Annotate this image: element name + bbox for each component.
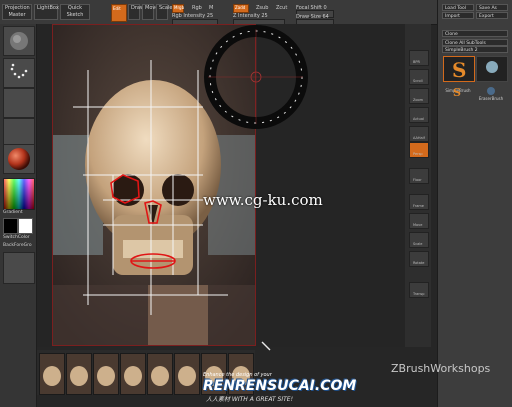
- scroll-label: Scroll: [413, 79, 423, 83]
- skull-thumb-icon: [43, 366, 61, 386]
- bpr-button[interactable]: BPR: [409, 50, 429, 66]
- frame-label: Frame: [413, 204, 424, 208]
- material-thumbnail[interactable]: [3, 144, 35, 174]
- persp-label: Persp: [413, 152, 423, 156]
- load-tool-button[interactable]: Load Tool: [442, 4, 474, 11]
- rotate-view-button[interactable]: Rotate: [409, 251, 429, 267]
- save-as-button[interactable]: Save As: [476, 4, 508, 11]
- secondary-color-swatch[interactable]: [18, 218, 33, 234]
- color-picker[interactable]: [3, 178, 35, 210]
- actual-button[interactable]: Actual: [409, 107, 429, 123]
- back-foreground-button[interactable]: BackForeGro: [3, 243, 32, 248]
- filmstrip-frame-1[interactable]: [39, 353, 65, 395]
- right-shelf: BPR Scroll Zoom Actual AAHalf Persp Floo…: [405, 24, 431, 347]
- top-toolbar: Projection Master LightBox Quick Sketch …: [0, 0, 512, 27]
- m-toggle[interactable]: M: [209, 5, 213, 11]
- gradient-label[interactable]: Gradient: [3, 210, 23, 215]
- alternate-thumbnail[interactable]: [3, 252, 35, 284]
- current-tool-name[interactable]: SimpleBrush 2: [442, 46, 508, 53]
- brush-thumbnail[interactable]: [3, 26, 35, 56]
- right-tray-tool-palette: Load Tool Save As Import Export Clone Cl…: [437, 0, 512, 407]
- filmstrip-frame-6[interactable]: [174, 353, 200, 395]
- aahalf-button[interactable]: AAHalf: [409, 126, 429, 142]
- pen-cursor-icon: [261, 341, 271, 351]
- scale-view-button[interactable]: Scale: [409, 232, 429, 248]
- skull-thumb-icon: [124, 366, 142, 386]
- draw-button[interactable]: Draw: [128, 4, 144, 20]
- zcut-toggle[interactable]: Zcut: [276, 5, 287, 11]
- move-view-label: Move: [413, 223, 423, 227]
- sphere-icon: [486, 61, 498, 73]
- left-tray: Gradient SwitchColor BackForeGro: [0, 24, 37, 407]
- filmstrip-frame-2[interactable]: [66, 353, 92, 395]
- aahalf-label: AAHalf: [413, 136, 425, 140]
- bpr-label: BPR: [413, 60, 420, 64]
- zbrush-workshops-watermark: ZBrushWorkshops: [391, 362, 491, 375]
- svg-text:S: S: [452, 58, 466, 81]
- lightbox-button[interactable]: LightBox: [34, 4, 59, 20]
- svg-text:S: S: [453, 86, 461, 97]
- zsub-toggle[interactable]: Zsub: [256, 5, 268, 11]
- move-view-button[interactable]: Move: [409, 213, 429, 229]
- eraser-brush-label: EraserBrush: [478, 96, 504, 101]
- zadd-label: Zadd: [235, 5, 246, 10]
- zoom-label: Zoom: [413, 98, 424, 102]
- import-button[interactable]: Import: [442, 12, 474, 19]
- edit-button[interactable]: Edit: [111, 4, 127, 22]
- filmstrip-frame-4[interactable]: [120, 353, 146, 395]
- zoom-button[interactable]: Zoom: [409, 88, 429, 104]
- material-sphere-icon: [8, 148, 30, 170]
- persp-button[interactable]: Persp: [409, 142, 429, 158]
- quick-sketch-button[interactable]: Quick Sketch: [60, 4, 90, 20]
- scale-view-label: Scale: [413, 242, 423, 246]
- color-picker-shade: [4, 179, 34, 209]
- zbrush-s-icon: S: [452, 58, 466, 82]
- rgb-toggle[interactable]: Rgb: [192, 5, 202, 11]
- zbrush-s-small-icon: S: [453, 86, 461, 99]
- export-button[interactable]: Export: [476, 12, 508, 19]
- sphere-brush-tool-thumb[interactable]: [476, 56, 508, 82]
- renren-logo: RENRENSUCAI.COM: [203, 378, 357, 394]
- transp-button[interactable]: Transp: [409, 282, 429, 298]
- scale-button[interactable]: Scale: [156, 4, 172, 20]
- stroke-thumbnail[interactable]: [3, 58, 35, 88]
- skull-thumb-icon: [178, 366, 196, 386]
- scroll-button[interactable]: Scroll: [409, 69, 429, 85]
- dots-stroke-icon: [10, 63, 28, 79]
- skull-thumb-icon: [151, 366, 169, 386]
- zadd-toggle[interactable]: Zadd: [233, 4, 249, 13]
- mrgb-label: Mrgb: [174, 5, 185, 10]
- site-watermark: www.cg-ku.com: [203, 191, 323, 209]
- clone-all-subtools-button[interactable]: Clone All SubTools: [442, 39, 508, 46]
- skull-thumb-icon: [97, 366, 115, 386]
- rotate-view-label: Rotate: [413, 261, 425, 265]
- projection-master-button[interactable]: Projection Master: [2, 4, 32, 20]
- renren-subtitle: 人人素材 WITH A GREAT SITE!: [206, 396, 293, 403]
- filmstrip-frame-5[interactable]: [147, 353, 173, 395]
- frame-button[interactable]: Frame: [409, 194, 429, 210]
- brush-icon: [10, 32, 28, 50]
- main-color-swatch[interactable]: [3, 218, 18, 234]
- mrgb-toggle[interactable]: Mrgb: [172, 4, 184, 13]
- actual-label: Actual: [413, 117, 424, 121]
- transp-label: Transp: [413, 292, 425, 296]
- move-button[interactable]: Move: [142, 4, 158, 20]
- simple-brush-small-thumb[interactable]: S: [443, 82, 473, 99]
- simple-brush-tool-thumb[interactable]: S: [443, 56, 475, 82]
- edit-label: Edit: [113, 6, 121, 11]
- transpose-gyro-widget[interactable]: [203, 24, 309, 130]
- floor-button[interactable]: Floor: [409, 168, 429, 184]
- floor-label: Floor: [413, 178, 422, 182]
- clone-button[interactable]: Clone: [442, 30, 508, 37]
- filmstrip-frame-3[interactable]: [93, 353, 119, 395]
- skull-thumb-icon: [70, 366, 88, 386]
- switch-color-button[interactable]: SwitchColor: [3, 235, 30, 240]
- alpha-thumbnail[interactable]: [3, 88, 35, 118]
